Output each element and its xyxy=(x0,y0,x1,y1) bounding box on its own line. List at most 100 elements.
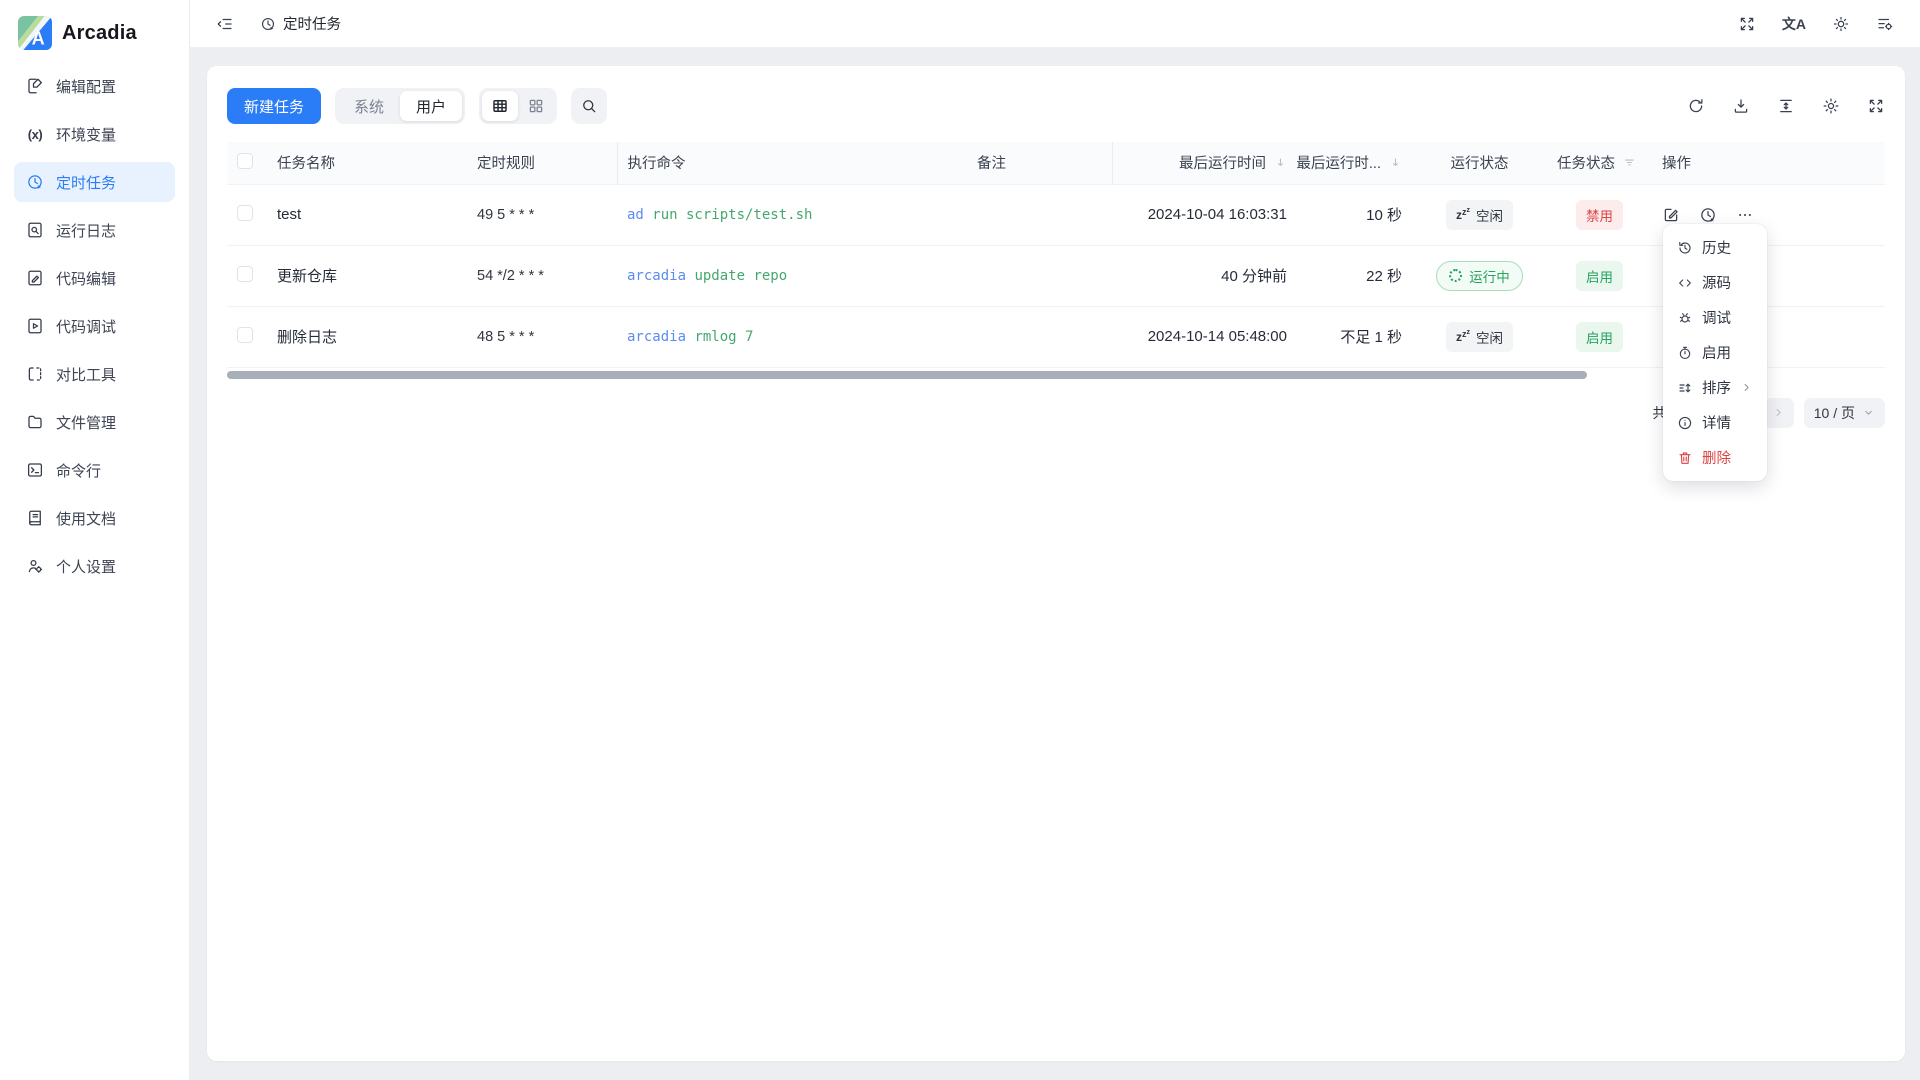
row-height-icon[interactable] xyxy=(1777,97,1795,115)
cell-last-run: 40 分钟前 xyxy=(1112,245,1297,306)
cell-cron: 54 */2 * * * xyxy=(467,245,617,306)
filter-icon[interactable] xyxy=(1623,156,1636,169)
env-vars-icon: (x) xyxy=(26,127,44,142)
history-icon xyxy=(1677,240,1693,256)
scope-system-button[interactable]: 系统 xyxy=(338,91,400,121)
sidebar-item-file-manager[interactable]: 文件管理 xyxy=(14,402,175,442)
topbar-actions: 文A xyxy=(1738,14,1894,34)
sidebar-item-env-vars[interactable]: (x) 环境变量 xyxy=(14,114,175,154)
more-actions-icon[interactable] xyxy=(1736,206,1754,224)
cell-duration: 22 秒 xyxy=(1297,245,1412,306)
chevron-down-icon xyxy=(1862,406,1875,419)
view-toggle xyxy=(479,88,557,124)
table-row: 删除日志 48 5 * * * arcadia rmlog 7 2024-10-… xyxy=(227,306,1885,367)
scope-user-button[interactable]: 用户 xyxy=(400,91,462,121)
scrollbar-thumb[interactable] xyxy=(227,371,1587,379)
timer-icon xyxy=(1677,345,1693,361)
table-toolbar: 新建任务 系统 用户 xyxy=(227,88,1885,124)
cell-duration: 10 秒 xyxy=(1297,184,1412,245)
spinner-icon xyxy=(1449,269,1462,282)
menu-item-details[interactable]: 详情 xyxy=(1669,405,1761,440)
cell-duration: 不足 1 秒 xyxy=(1297,306,1412,367)
sidebar-item-edit-config[interactable]: 编辑配置 xyxy=(14,66,175,106)
menu-item-sort[interactable]: 排序 xyxy=(1669,370,1761,405)
refresh-icon[interactable] xyxy=(1687,97,1705,115)
sidebar-item-terminal[interactable]: 命令行 xyxy=(14,450,175,490)
layout-settings-icon[interactable] xyxy=(1876,15,1894,33)
row-checkbox[interactable] xyxy=(237,205,253,221)
edit-task-icon[interactable] xyxy=(1662,206,1680,224)
sort-icon xyxy=(1677,380,1693,396)
folder-icon xyxy=(26,413,44,431)
sidebar-item-docs[interactable]: 使用文档 xyxy=(14,498,175,538)
search-button[interactable] xyxy=(571,88,607,124)
status-badge-disabled: 禁用 xyxy=(1576,200,1623,230)
sidebar-item-profile-settings[interactable]: 个人设置 xyxy=(14,546,175,586)
sidebar-item-compare-tool[interactable]: 对比工具 xyxy=(14,354,175,394)
sidebar-item-run-logs[interactable]: 运行日志 xyxy=(14,210,175,250)
cell-task-status: 禁用 xyxy=(1547,184,1652,245)
col-remark: 备注 xyxy=(967,142,1112,184)
page-size-select[interactable]: 10 / 页 xyxy=(1804,398,1885,428)
sidebar-item-label: 使用文档 xyxy=(56,508,116,529)
status-badge-enabled: 启用 xyxy=(1576,322,1623,352)
theme-icon[interactable] xyxy=(1832,15,1850,33)
code-icon xyxy=(1677,275,1693,291)
cell-task-status: 启用 xyxy=(1547,306,1652,367)
col-actions: 操作 xyxy=(1652,142,1885,184)
translate-icon[interactable]: 文A xyxy=(1782,14,1806,34)
sidebar-item-label: 代码调试 xyxy=(56,316,116,337)
sort-icon[interactable] xyxy=(1389,156,1402,169)
menu-item-enable[interactable]: 启用 xyxy=(1669,335,1761,370)
run-schedule-icon[interactable] xyxy=(1699,206,1717,224)
download-icon[interactable] xyxy=(1732,97,1750,115)
col-task-name: 任务名称 xyxy=(267,142,467,184)
sidebar-item-cron-tasks[interactable]: 定时任务 xyxy=(14,162,175,202)
menu-item-history[interactable]: 历史 xyxy=(1669,230,1761,265)
row-checkbox[interactable] xyxy=(237,327,253,343)
new-task-button[interactable]: 新建任务 xyxy=(227,88,321,124)
cell-last-run: 2024-10-14 05:48:00 xyxy=(1112,306,1297,367)
col-run-status: 运行状态 xyxy=(1412,142,1547,184)
expand-table-icon[interactable] xyxy=(1867,97,1885,115)
sidebar-item-label: 代码编辑 xyxy=(56,268,116,289)
collapse-sidebar-icon[interactable] xyxy=(216,15,234,33)
sort-icon[interactable] xyxy=(1274,156,1287,169)
sidebar-item-label: 命令行 xyxy=(56,460,101,481)
topbar: 定时任务 文A xyxy=(190,0,1920,48)
row-checkbox[interactable] xyxy=(237,266,253,282)
logo-icon: A xyxy=(18,16,52,50)
trash-icon xyxy=(1677,450,1693,466)
next-page-button[interactable] xyxy=(1764,398,1794,428)
select-all-checkbox[interactable] xyxy=(237,153,253,169)
code-edit-icon xyxy=(26,269,44,287)
code-debug-icon xyxy=(26,317,44,335)
cell-task-name: test xyxy=(267,184,467,245)
table-view-button[interactable] xyxy=(482,91,518,121)
sidebar-item-code-edit[interactable]: 代码编辑 xyxy=(14,258,175,298)
task-table: 任务名称 定时规则 执行命令 备注 最后运行时间 最后运行时... xyxy=(227,142,1885,368)
app-logo: A Arcadia xyxy=(14,12,175,66)
app-name: Arcadia xyxy=(62,22,137,45)
menu-item-delete[interactable]: 删除 xyxy=(1669,440,1761,475)
table-row: 更新仓库 54 */2 * * * arcadia update repo 40… xyxy=(227,245,1885,306)
sidebar-item-label: 文件管理 xyxy=(56,412,116,433)
cell-command: ad run scripts/test.sh xyxy=(617,184,967,245)
col-last-run: 最后运行时间 xyxy=(1112,142,1297,184)
pagination: 共 3 条 1 10 / 页 xyxy=(227,398,1885,428)
tab-cron-tasks[interactable]: 定时任务 xyxy=(260,13,341,34)
content: 新建任务 系统 用户 xyxy=(190,48,1920,1080)
card-view-button[interactable] xyxy=(518,91,554,121)
sidebar-item-label: 定时任务 xyxy=(56,172,116,193)
menu-item-debug[interactable]: 调试 xyxy=(1669,300,1761,335)
menu-item-source[interactable]: 源码 xyxy=(1669,265,1761,300)
sidebar: A Arcadia 编辑配置 (x) 环境变量 定时任务 运行日志 代码编辑 代 xyxy=(0,0,190,1080)
fullscreen-icon[interactable] xyxy=(1738,15,1756,33)
row-context-menu: 历史 源码 调试 启用 排序 详情 删除 xyxy=(1663,224,1767,481)
gear-icon[interactable] xyxy=(1822,97,1840,115)
sidebar-item-code-debug[interactable]: 代码调试 xyxy=(14,306,175,346)
clock-icon xyxy=(260,16,276,32)
cell-cron: 49 5 * * * xyxy=(467,184,617,245)
terminal-icon xyxy=(26,461,44,479)
cell-remark xyxy=(967,184,1112,245)
